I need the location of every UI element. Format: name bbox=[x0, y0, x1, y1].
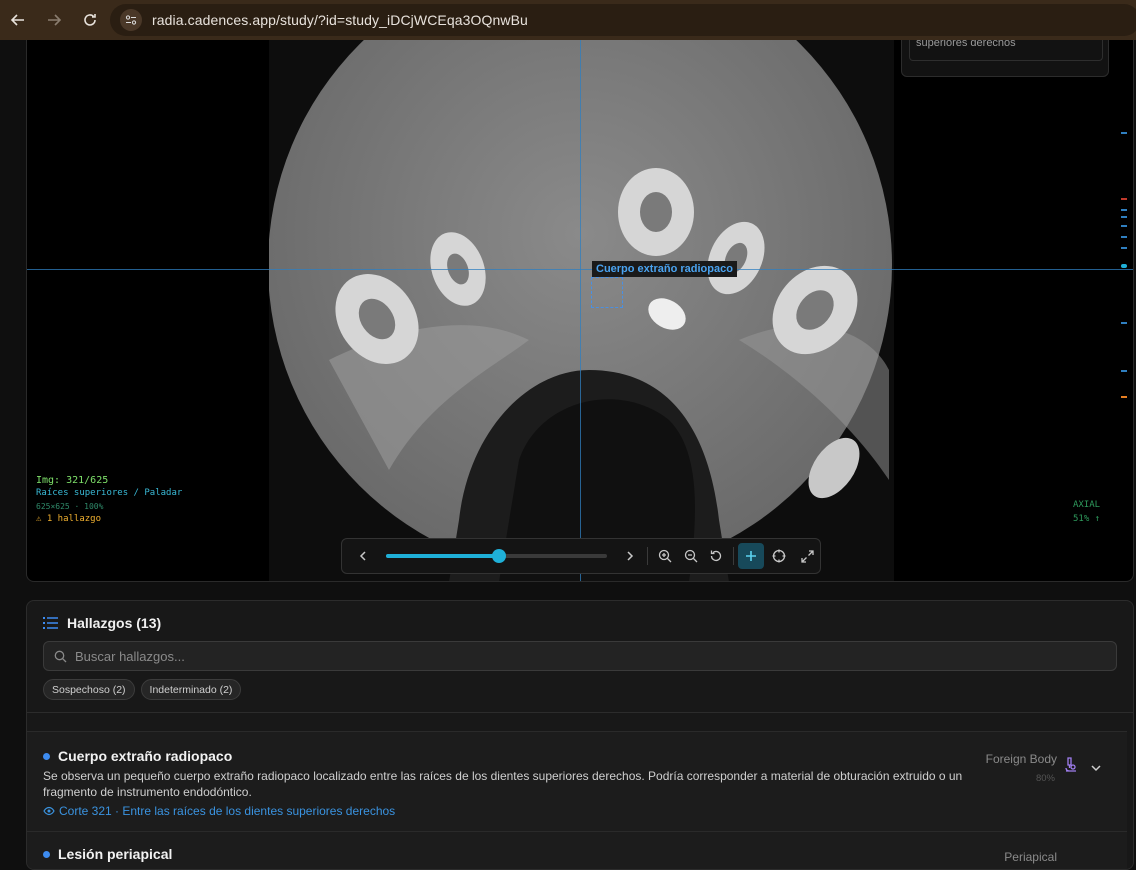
finding-title: Lesión periapical bbox=[58, 846, 173, 862]
findings-search[interactable] bbox=[43, 641, 1117, 671]
image-index: Img: 321/625 bbox=[36, 475, 109, 486]
eye-icon bbox=[43, 806, 55, 816]
search-input[interactable] bbox=[75, 648, 975, 664]
findings-panel: Hallazgos (13) Sospechoso (2) Indetermin… bbox=[26, 600, 1134, 870]
finding-confidence: 80% bbox=[1035, 773, 1055, 784]
arrow-left-icon bbox=[10, 14, 24, 26]
finding-item[interactable]: Lesión periapical Periapical bbox=[27, 831, 1127, 869]
image-info-overlay: Img: 321/625 Raíces superiores / Paladar… bbox=[36, 474, 182, 526]
ct-axial-slice bbox=[269, 40, 894, 581]
plus-icon bbox=[746, 551, 757, 561]
finding-status-dot bbox=[43, 752, 50, 760]
finding-location[interactable]: Corte 321 · Entre las raíces de los dien… bbox=[59, 804, 395, 818]
chevron-left-icon bbox=[359, 551, 366, 561]
zoom-out-icon bbox=[684, 549, 697, 563]
slice-current-marker[interactable] bbox=[1121, 264, 1127, 268]
finding-item[interactable]: Cuerpo extraño radiopaco Se observa un p… bbox=[27, 731, 1127, 831]
plane-info: AXIAL 51% ↑ bbox=[1073, 498, 1100, 526]
roi-label: Cuerpo extraño radiopaco bbox=[592, 261, 737, 277]
chevron-down-icon bbox=[1091, 765, 1101, 772]
image-region: Raíces superiores / Paladar bbox=[36, 488, 183, 498]
plane-position: 51% ↑ bbox=[1073, 514, 1101, 524]
finding-title: Cuerpo extraño radiopaco bbox=[58, 748, 233, 764]
slice-tick[interactable] bbox=[1121, 370, 1127, 372]
rotate-ccw-icon bbox=[711, 550, 722, 562]
divider bbox=[27, 712, 1133, 713]
slice-tick[interactable] bbox=[1121, 322, 1127, 324]
zoom-in-icon bbox=[658, 549, 672, 563]
slice-tick[interactable] bbox=[1121, 236, 1127, 238]
crosshair-toggle-button[interactable] bbox=[738, 543, 765, 569]
fullscreen-button[interactable] bbox=[794, 543, 820, 569]
finding-location-link[interactable]: Corte 321 · Entre las raíces de los dien… bbox=[43, 804, 395, 818]
zoom-out-button[interactable] bbox=[678, 543, 704, 569]
microscope-icon[interactable] bbox=[1063, 757, 1077, 778]
findings-title: Hallazgos (13) bbox=[67, 615, 162, 631]
toolbar-separator bbox=[646, 547, 648, 565]
finding-title-row: Cuerpo extraño radiopaco bbox=[43, 748, 232, 764]
finding-description: Se observa un pequeño cuerpo extraño rad… bbox=[43, 769, 963, 799]
plane-label: AXIAL bbox=[1073, 500, 1101, 510]
slider-thumb[interactable] bbox=[491, 549, 506, 563]
slice-tick[interactable] bbox=[1121, 198, 1127, 200]
expand-finding-button[interactable] bbox=[1091, 760, 1101, 778]
slice-tick[interactable] bbox=[1121, 216, 1127, 218]
slice-tick[interactable] bbox=[1121, 132, 1127, 134]
slice-slider[interactable] bbox=[385, 549, 607, 563]
slice-tick[interactable] bbox=[1121, 396, 1127, 398]
roi-box[interactable] bbox=[591, 277, 623, 308]
filter-chip-indeterminate[interactable]: Indeterminado (2) bbox=[140, 679, 242, 700]
list-icon bbox=[43, 617, 58, 629]
side-card-text: superiores derechos bbox=[909, 40, 1103, 61]
image-viewer[interactable]: Cuerpo extraño radiopaco superiores dere… bbox=[26, 40, 1134, 582]
url-text[interactable]: radia.cadences.app/study/?id=study_iDCjW… bbox=[152, 12, 528, 28]
slice-indicator[interactable] bbox=[1121, 100, 1127, 540]
reload-icon bbox=[84, 14, 96, 26]
target-button[interactable] bbox=[766, 543, 792, 569]
crosshair-vertical[interactable] bbox=[580, 40, 581, 581]
reload-button[interactable] bbox=[72, 0, 108, 40]
prev-slice-button[interactable] bbox=[350, 543, 376, 569]
search-icon bbox=[54, 650, 67, 662]
expand-icon bbox=[800, 549, 814, 563]
reset-view-button[interactable] bbox=[703, 543, 729, 569]
toolbar-separator bbox=[733, 547, 735, 565]
filter-chips: Sospechoso (2) Indeterminado (2) bbox=[43, 679, 242, 700]
arrow-right-icon bbox=[48, 14, 62, 26]
ct-scan-image[interactable] bbox=[269, 40, 894, 581]
back-button[interactable] bbox=[0, 0, 36, 40]
image-dimensions: 625×625 · 100% bbox=[36, 502, 104, 511]
filter-chip-suspicious[interactable]: Sospechoso (2) bbox=[43, 679, 135, 700]
finding-title-row: Lesión periapical bbox=[43, 846, 172, 862]
next-slice-button[interactable] bbox=[617, 543, 643, 569]
slider-fill bbox=[385, 554, 499, 558]
site-settings-icon[interactable] bbox=[120, 9, 142, 31]
chevron-right-icon bbox=[627, 551, 633, 561]
viewer-toolbar bbox=[341, 538, 821, 574]
browser-toolbar: radia.cadences.app/study/?id=study_iDCjW… bbox=[0, 0, 1136, 40]
slice-tick[interactable] bbox=[1121, 225, 1127, 227]
findings-warning: ⚠ 1 hallazgo bbox=[36, 514, 102, 524]
slice-tick[interactable] bbox=[1121, 247, 1127, 249]
slice-tick[interactable] bbox=[1121, 209, 1127, 211]
side-card: superiores derechos bbox=[901, 40, 1109, 77]
address-bar[interactable]: radia.cadences.app/study/?id=study_iDCjW… bbox=[110, 4, 1136, 36]
finding-category: Periapical bbox=[1004, 850, 1057, 864]
finding-category: Foreign Body bbox=[985, 752, 1057, 766]
findings-header: Hallazgos (13) bbox=[43, 615, 161, 631]
crosshair-icon bbox=[772, 549, 786, 563]
finding-status-dot bbox=[43, 850, 50, 858]
forward-button[interactable] bbox=[36, 0, 72, 40]
zoom-in-button[interactable] bbox=[652, 543, 678, 569]
